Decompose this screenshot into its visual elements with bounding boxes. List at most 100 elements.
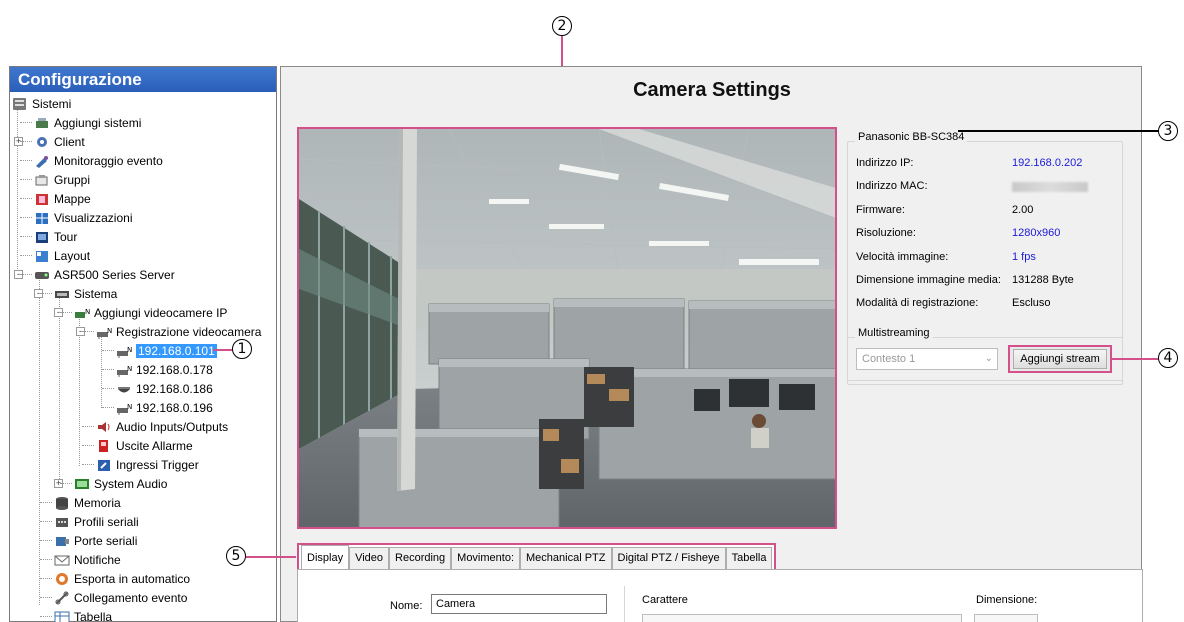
tab-display[interactable]: Display [301,545,350,569]
dome-camera-icon [116,382,132,396]
callout-2: 2 [552,16,572,36]
info-value [1012,182,1088,192]
info-value: 1 fps [1012,251,1036,263]
tree-item[interactable]: Visualizzazioni [34,208,133,227]
tree-branch-line [20,217,32,218]
tree-item[interactable]: Memoria [54,493,121,512]
camera-settings-panel: Camera Settings Panasonic BB-SC384 Indir… [280,66,1143,622]
tree-item[interactable]: N Registrazione videocamera [96,322,261,341]
tree-item[interactable]: N 192.168.0.178 [116,360,213,379]
info-label: Dimensione immagine media: [856,274,1001,286]
tree-item-label: ASR500 Series Server [54,267,175,282]
tree-item[interactable]: Profili seriali [54,512,139,531]
tree-item[interactable]: Layout [34,246,90,265]
camera-icon: N [96,325,112,339]
tree-item-label: Porte seriali [74,533,138,548]
tree-branch-line [20,255,32,256]
stream-context-select[interactable]: Contesto 1 ⌄ [856,348,998,370]
office-camera-image [299,129,835,527]
tree-item-label: Profili seriali [74,514,139,529]
info-label: Velocità immagine: [856,251,949,263]
tree-item[interactable]: ASR500 Series Server [34,265,175,284]
serial-profile-icon [54,515,70,529]
tree-item[interactable]: Esporta in automatico [54,569,190,588]
tree-item[interactable]: N 192.168.0.196 [116,398,213,417]
tree-item[interactable]: Notifiche [54,550,121,569]
tree-item[interactable]: Tabella [54,607,112,622]
camera-icon: N [116,363,132,377]
serial-port-icon [54,534,70,548]
font-select[interactable] [642,614,962,622]
tree-branch-line [20,141,32,142]
display-tab-content: Nome: Camera Carattere Dimensione: [297,569,1143,622]
tree-item[interactable]: Client [34,132,85,151]
link-icon [54,591,70,605]
tree-item[interactable]: Monitoraggio evento [34,151,163,170]
trigger-icon [96,458,112,472]
tab-motion[interactable]: Movimento: [451,547,521,569]
tree-item[interactable]: 192.168.0.186 [116,379,213,398]
tree-item[interactable]: System Audio [74,474,167,493]
callout-4: 4 [1158,348,1178,368]
add-stream-button[interactable]: Aggiungi stream [1013,349,1107,369]
tree-branch-line [40,540,52,541]
tree-branch-line [40,597,52,598]
tree-item-label: Mappe [54,191,91,206]
svg-text:N: N [127,403,132,411]
alarm-icon [96,439,112,453]
tree-branch-line [82,426,94,427]
tree-item[interactable]: Sistemi [12,94,71,113]
divider [624,586,625,622]
tree-item-label: 192.168.0.186 [136,381,213,396]
tree-item[interactable]: N Aggiungi videocamere IP [74,303,227,322]
size-select[interactable] [974,614,1038,622]
info-label: Risoluzione: [856,227,916,239]
callout-1-line [213,349,233,351]
tree-item[interactable]: N 192.168.0.101 [116,341,217,360]
tree-item-label: 192.168.0.178 [136,362,213,377]
tree-branch-line [60,312,72,313]
name-input[interactable]: Camera [431,594,607,614]
info-value: 2.00 [1012,204,1034,216]
tree-item[interactable]: Ingressi Trigger [96,455,199,474]
size-label: Dimensione: [976,594,1038,606]
tree-item[interactable]: Sistema [54,284,117,303]
tree-guide-line [59,294,60,485]
tree-item[interactable]: Mappe [34,189,91,208]
server-icon [12,97,28,111]
layout-icon [34,249,50,263]
tree-branch-line [82,331,94,332]
multistreaming-title: Multistreaming [855,327,933,339]
tree-branch-line [40,521,52,522]
tree-item-label: Aggiungi sistemi [54,115,142,130]
tree-item-label: Gruppi [54,172,91,187]
tree-item-label: Visualizzazioni [54,210,133,225]
tree-item[interactable]: Audio Inputs/Outputs [96,417,228,436]
group-icon [34,173,50,187]
tree-item[interactable]: Tour [34,227,77,246]
tree-header: Configurazione [10,67,276,92]
svg-text:N: N [107,327,112,335]
tree-branch-line [40,578,52,579]
map-icon [34,192,50,206]
tree-branch-line [20,122,32,123]
tree-item[interactable]: Gruppi [34,170,90,189]
tab-digital-ptz[interactable]: Digital PTZ / Fisheye [611,547,726,569]
export-icon [54,572,70,586]
tree-item-label: Registrazione videocamera [116,324,262,339]
tab-mechanical-ptz[interactable]: Mechanical PTZ [520,547,612,569]
tree-guide-line [39,275,40,605]
tree-item[interactable]: Porte seriali [54,531,137,550]
tree-item[interactable]: Uscite Allarme [96,436,193,455]
tree-item[interactable]: Collegamento evento [54,588,187,607]
name-label: Nome: [390,600,423,612]
tab-table[interactable]: Tabella [725,547,773,569]
tree-item[interactable]: Aggiungi sistemi [34,113,141,132]
svg-text:N: N [127,365,132,373]
tab-video[interactable]: Video [349,547,390,569]
info-label: Firmware: [856,204,905,216]
gear-icon [34,135,50,149]
info-label: Indirizzo MAC: [856,180,928,192]
tab-recording[interactable]: Recording [389,547,452,569]
tour-icon [34,230,50,244]
